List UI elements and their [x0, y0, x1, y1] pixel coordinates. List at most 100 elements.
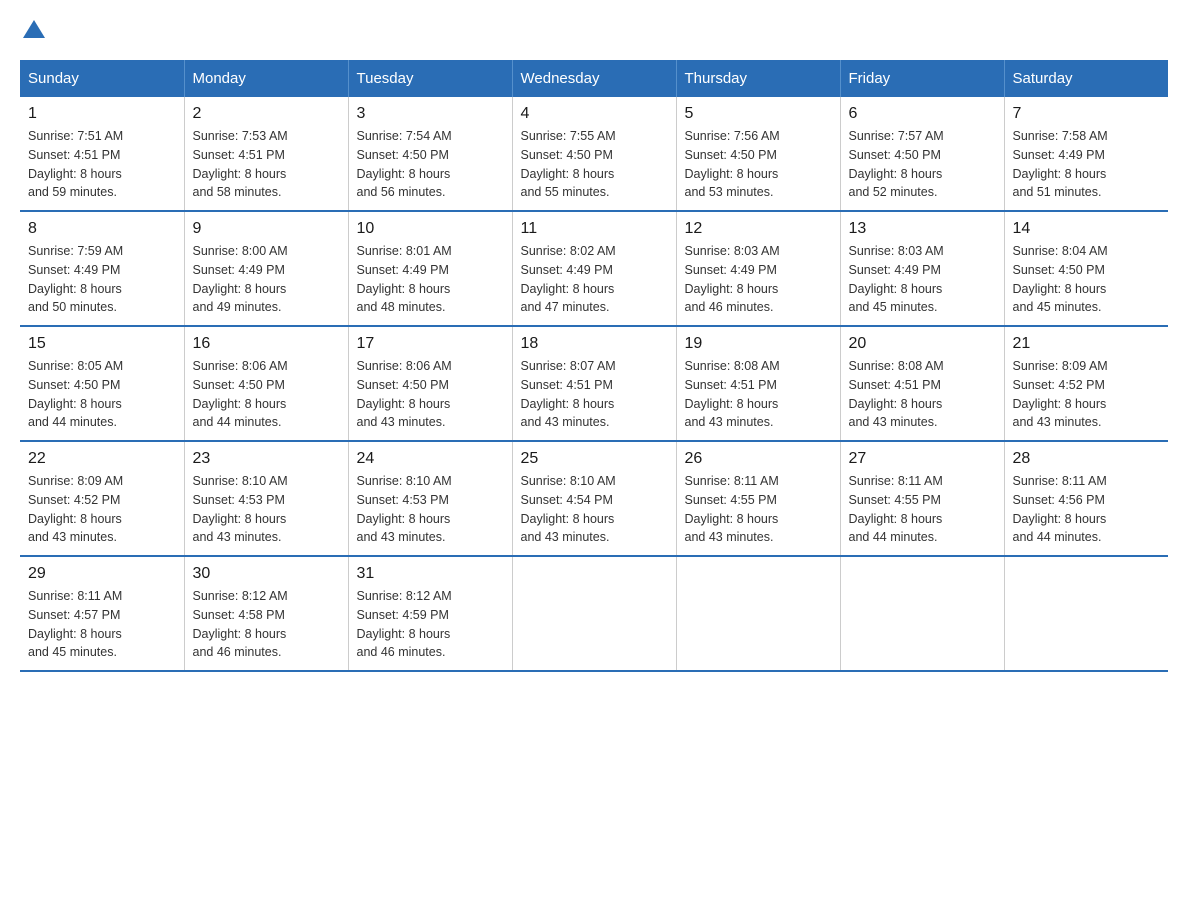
day-info: Sunrise: 8:10 AMSunset: 4:53 PMDaylight:… [193, 472, 340, 547]
day-number: 27 [849, 450, 996, 468]
day-info: Sunrise: 7:58 AMSunset: 4:49 PMDaylight:… [1013, 127, 1161, 202]
day-number: 1 [28, 105, 176, 123]
logo [20, 20, 45, 40]
day-cell: 14 Sunrise: 8:04 AMSunset: 4:50 PMDaylig… [1004, 211, 1168, 326]
week-row-4: 22 Sunrise: 8:09 AMSunset: 4:52 PMDaylig… [20, 441, 1168, 556]
day-cell: 16 Sunrise: 8:06 AMSunset: 4:50 PMDaylig… [184, 326, 348, 441]
day-header-monday: Monday [184, 60, 348, 97]
day-number: 23 [193, 450, 340, 468]
week-row-3: 15 Sunrise: 8:05 AMSunset: 4:50 PMDaylig… [20, 326, 1168, 441]
day-number: 19 [685, 335, 832, 353]
day-info: Sunrise: 7:57 AMSunset: 4:50 PMDaylight:… [849, 127, 996, 202]
day-cell: 11 Sunrise: 8:02 AMSunset: 4:49 PMDaylig… [512, 211, 676, 326]
day-cell: 29 Sunrise: 8:11 AMSunset: 4:57 PMDaylig… [20, 556, 184, 671]
day-number: 12 [685, 220, 832, 238]
day-number: 3 [357, 105, 504, 123]
day-info: Sunrise: 8:06 AMSunset: 4:50 PMDaylight:… [193, 357, 340, 432]
day-number: 2 [193, 105, 340, 123]
day-info: Sunrise: 7:56 AMSunset: 4:50 PMDaylight:… [685, 127, 832, 202]
day-cell: 2 Sunrise: 7:53 AMSunset: 4:51 PMDayligh… [184, 97, 348, 211]
day-cell: 19 Sunrise: 8:08 AMSunset: 4:51 PMDaylig… [676, 326, 840, 441]
day-cell: 7 Sunrise: 7:58 AMSunset: 4:49 PMDayligh… [1004, 97, 1168, 211]
day-info: Sunrise: 8:11 AMSunset: 4:56 PMDaylight:… [1013, 472, 1161, 547]
day-cell: 25 Sunrise: 8:10 AMSunset: 4:54 PMDaylig… [512, 441, 676, 556]
week-row-1: 1 Sunrise: 7:51 AMSunset: 4:51 PMDayligh… [20, 97, 1168, 211]
day-cell: 5 Sunrise: 7:56 AMSunset: 4:50 PMDayligh… [676, 97, 840, 211]
day-cell: 27 Sunrise: 8:11 AMSunset: 4:55 PMDaylig… [840, 441, 1004, 556]
day-info: Sunrise: 8:10 AMSunset: 4:53 PMDaylight:… [357, 472, 504, 547]
day-number: 10 [357, 220, 504, 238]
day-number: 28 [1013, 450, 1161, 468]
day-cell: 21 Sunrise: 8:09 AMSunset: 4:52 PMDaylig… [1004, 326, 1168, 441]
day-info: Sunrise: 8:05 AMSunset: 4:50 PMDaylight:… [28, 357, 176, 432]
day-info: Sunrise: 8:04 AMSunset: 4:50 PMDaylight:… [1013, 242, 1161, 317]
day-cell: 6 Sunrise: 7:57 AMSunset: 4:50 PMDayligh… [840, 97, 1004, 211]
day-number: 30 [193, 565, 340, 583]
day-number: 13 [849, 220, 996, 238]
day-header-sunday: Sunday [20, 60, 184, 97]
day-number: 31 [357, 565, 504, 583]
day-number: 4 [521, 105, 668, 123]
day-cell: 26 Sunrise: 8:11 AMSunset: 4:55 PMDaylig… [676, 441, 840, 556]
calendar-table: SundayMondayTuesdayWednesdayThursdayFrid… [20, 60, 1168, 672]
day-info: Sunrise: 8:03 AMSunset: 4:49 PMDaylight:… [849, 242, 996, 317]
day-cell: 20 Sunrise: 8:08 AMSunset: 4:51 PMDaylig… [840, 326, 1004, 441]
day-cell: 3 Sunrise: 7:54 AMSunset: 4:50 PMDayligh… [348, 97, 512, 211]
day-number: 22 [28, 450, 176, 468]
day-cell: 22 Sunrise: 8:09 AMSunset: 4:52 PMDaylig… [20, 441, 184, 556]
day-number: 17 [357, 335, 504, 353]
day-info: Sunrise: 8:12 AMSunset: 4:58 PMDaylight:… [193, 587, 340, 662]
day-number: 26 [685, 450, 832, 468]
day-info: Sunrise: 8:09 AMSunset: 4:52 PMDaylight:… [1013, 357, 1161, 432]
day-info: Sunrise: 8:12 AMSunset: 4:59 PMDaylight:… [357, 587, 504, 662]
day-cell: 23 Sunrise: 8:10 AMSunset: 4:53 PMDaylig… [184, 441, 348, 556]
day-number: 16 [193, 335, 340, 353]
day-info: Sunrise: 7:59 AMSunset: 4:49 PMDaylight:… [28, 242, 176, 317]
day-info: Sunrise: 7:53 AMSunset: 4:51 PMDaylight:… [193, 127, 340, 202]
day-number: 9 [193, 220, 340, 238]
day-cell: 17 Sunrise: 8:06 AMSunset: 4:50 PMDaylig… [348, 326, 512, 441]
day-info: Sunrise: 8:02 AMSunset: 4:49 PMDaylight:… [521, 242, 668, 317]
day-info: Sunrise: 8:09 AMSunset: 4:52 PMDaylight:… [28, 472, 176, 547]
day-number: 11 [521, 220, 668, 238]
day-info: Sunrise: 7:54 AMSunset: 4:50 PMDaylight:… [357, 127, 504, 202]
day-cell: 24 Sunrise: 8:10 AMSunset: 4:53 PMDaylig… [348, 441, 512, 556]
day-cell [512, 556, 676, 671]
day-cell: 13 Sunrise: 8:03 AMSunset: 4:49 PMDaylig… [840, 211, 1004, 326]
day-info: Sunrise: 7:51 AMSunset: 4:51 PMDaylight:… [28, 127, 176, 202]
day-info: Sunrise: 8:10 AMSunset: 4:54 PMDaylight:… [521, 472, 668, 547]
day-cell: 31 Sunrise: 8:12 AMSunset: 4:59 PMDaylig… [348, 556, 512, 671]
day-info: Sunrise: 8:00 AMSunset: 4:49 PMDaylight:… [193, 242, 340, 317]
day-cell [840, 556, 1004, 671]
day-info: Sunrise: 7:55 AMSunset: 4:50 PMDaylight:… [521, 127, 668, 202]
day-number: 7 [1013, 105, 1161, 123]
day-cell [676, 556, 840, 671]
day-cell: 10 Sunrise: 8:01 AMSunset: 4:49 PMDaylig… [348, 211, 512, 326]
day-info: Sunrise: 8:01 AMSunset: 4:49 PMDaylight:… [357, 242, 504, 317]
day-header-thursday: Thursday [676, 60, 840, 97]
day-number: 5 [685, 105, 832, 123]
page-header [20, 20, 1168, 40]
days-header-row: SundayMondayTuesdayWednesdayThursdayFrid… [20, 60, 1168, 97]
day-number: 6 [849, 105, 996, 123]
day-info: Sunrise: 8:08 AMSunset: 4:51 PMDaylight:… [849, 357, 996, 432]
day-info: Sunrise: 8:11 AMSunset: 4:55 PMDaylight:… [849, 472, 996, 547]
day-info: Sunrise: 8:11 AMSunset: 4:57 PMDaylight:… [28, 587, 176, 662]
day-number: 21 [1013, 335, 1161, 353]
day-number: 14 [1013, 220, 1161, 238]
day-header-saturday: Saturday [1004, 60, 1168, 97]
day-cell: 8 Sunrise: 7:59 AMSunset: 4:49 PMDayligh… [20, 211, 184, 326]
day-number: 18 [521, 335, 668, 353]
day-info: Sunrise: 8:08 AMSunset: 4:51 PMDaylight:… [685, 357, 832, 432]
day-header-wednesday: Wednesday [512, 60, 676, 97]
day-number: 29 [28, 565, 176, 583]
day-number: 15 [28, 335, 176, 353]
week-row-2: 8 Sunrise: 7:59 AMSunset: 4:49 PMDayligh… [20, 211, 1168, 326]
day-cell [1004, 556, 1168, 671]
day-cell: 18 Sunrise: 8:07 AMSunset: 4:51 PMDaylig… [512, 326, 676, 441]
day-cell: 4 Sunrise: 7:55 AMSunset: 4:50 PMDayligh… [512, 97, 676, 211]
day-cell: 9 Sunrise: 8:00 AMSunset: 4:49 PMDayligh… [184, 211, 348, 326]
day-info: Sunrise: 8:03 AMSunset: 4:49 PMDaylight:… [685, 242, 832, 317]
day-header-tuesday: Tuesday [348, 60, 512, 97]
day-header-friday: Friday [840, 60, 1004, 97]
